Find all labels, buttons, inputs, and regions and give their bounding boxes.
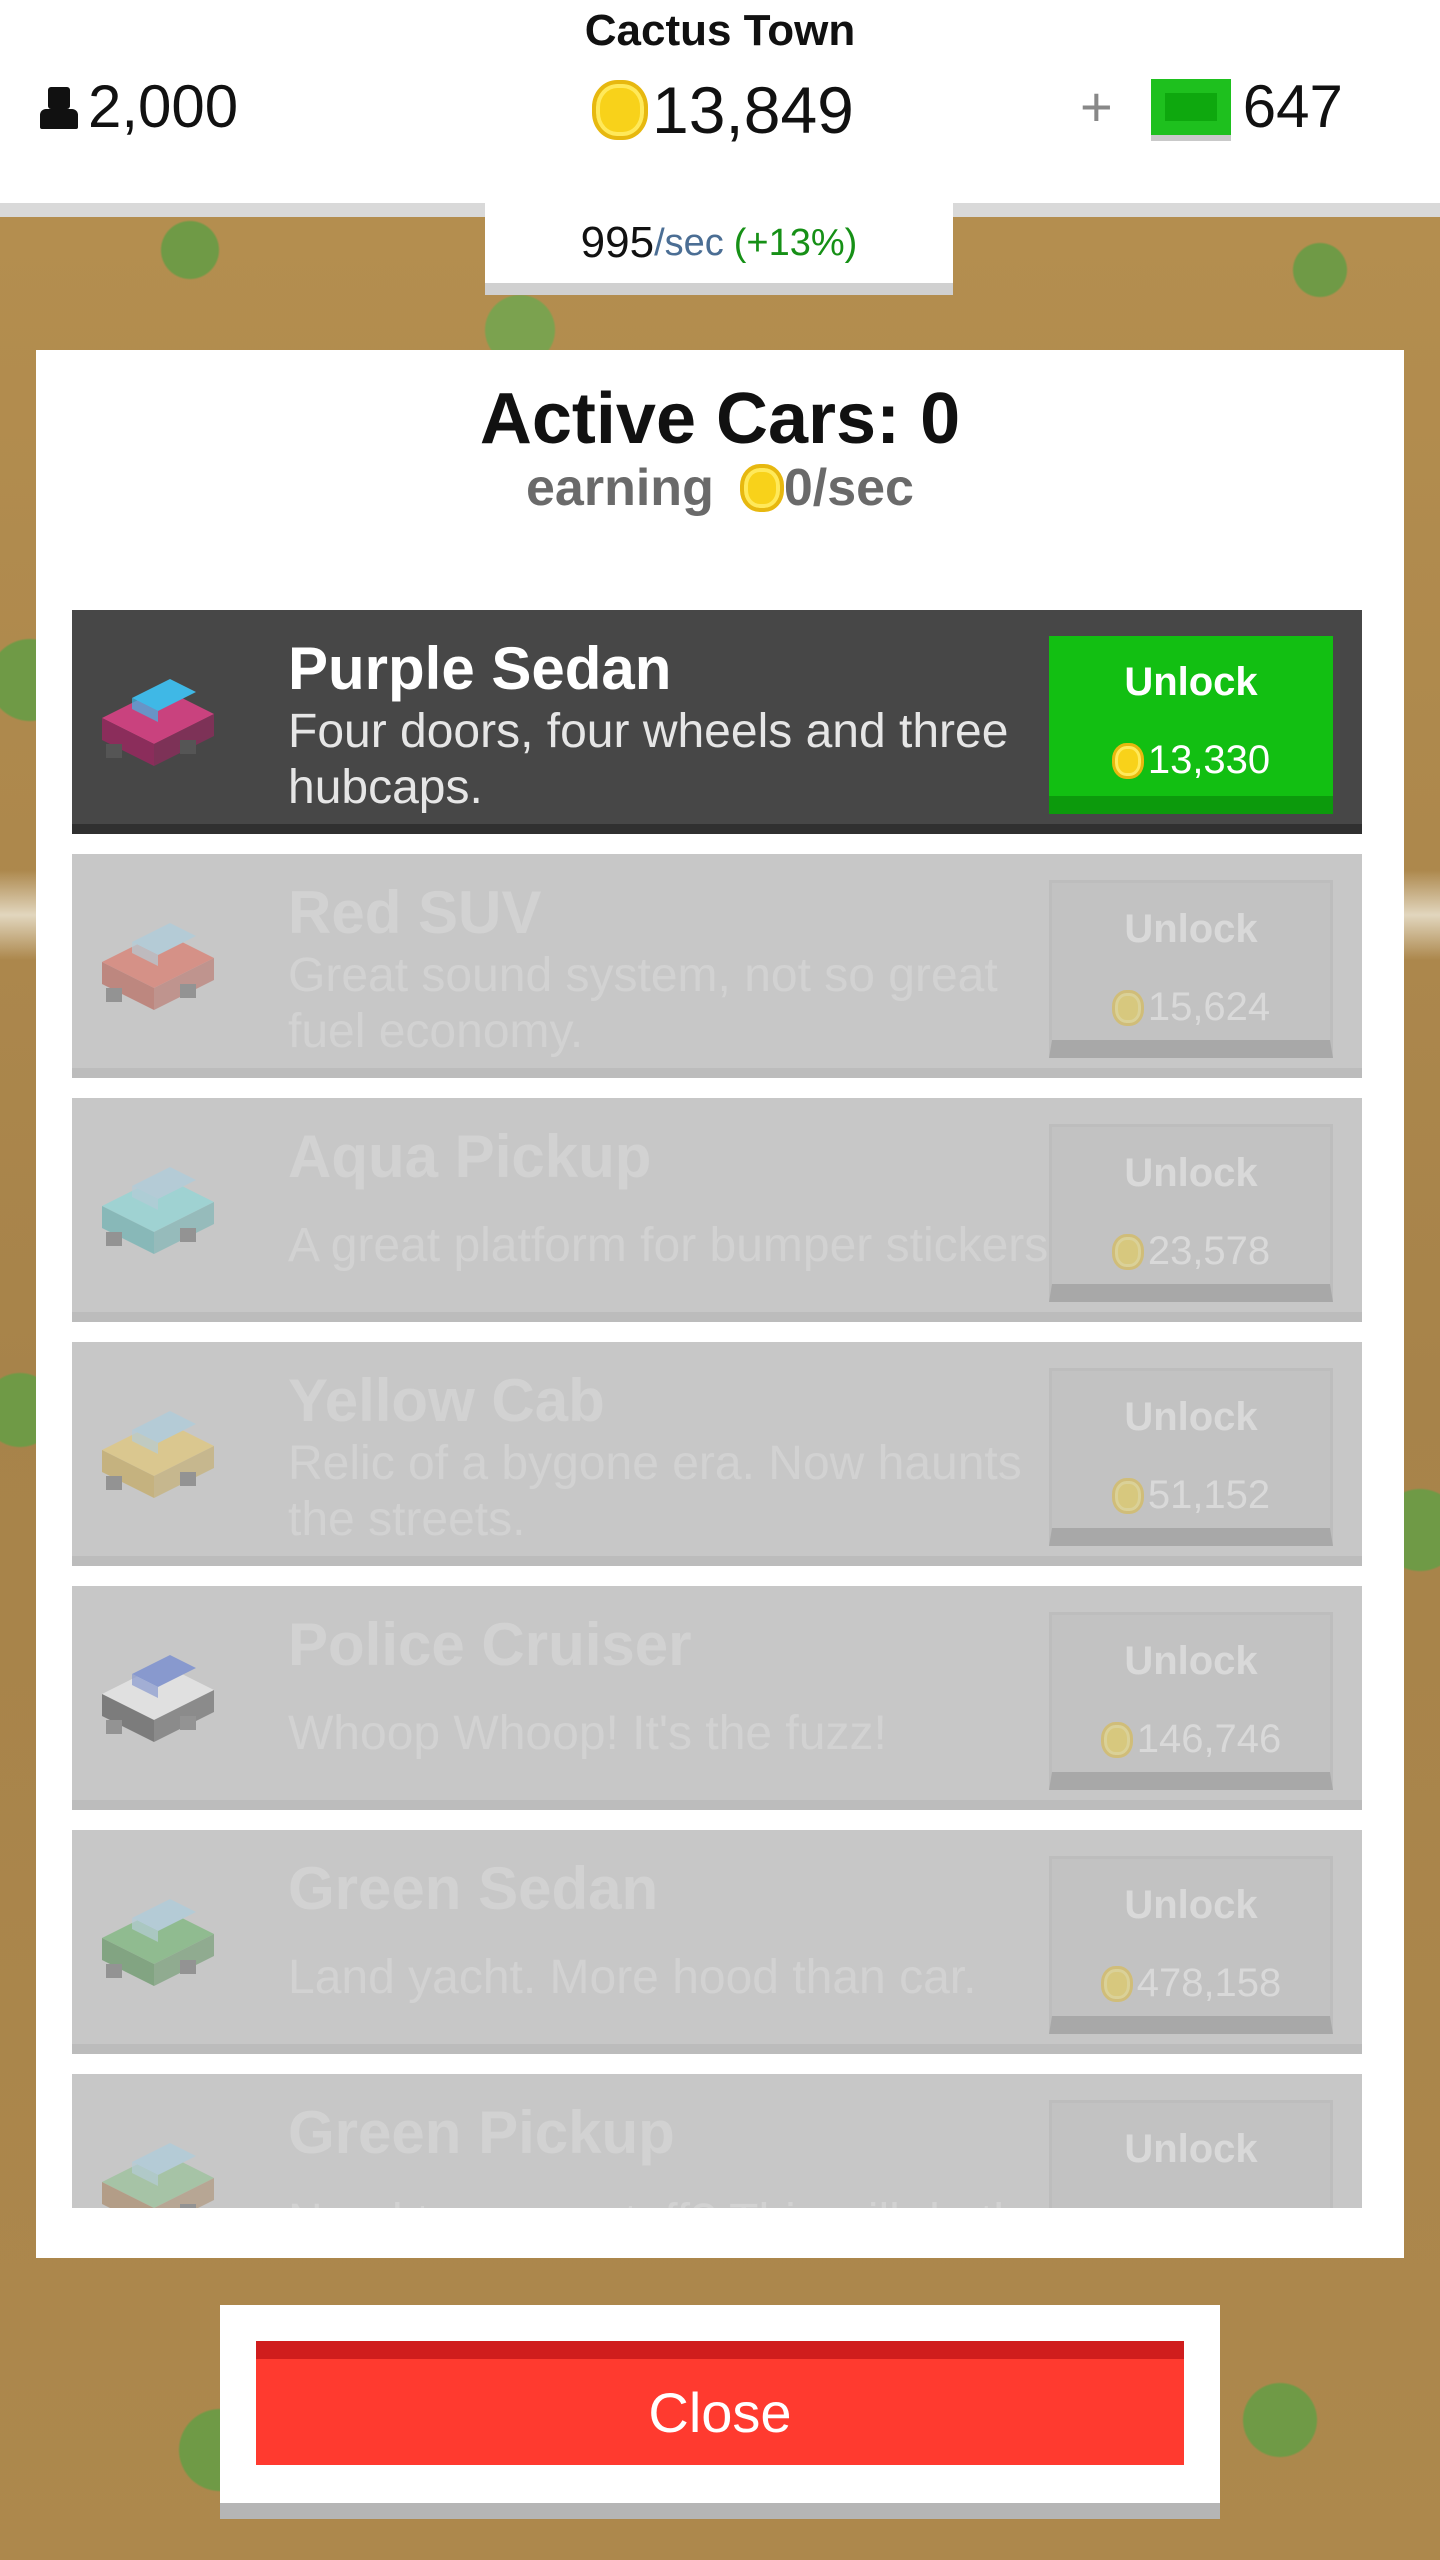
car-icon bbox=[102, 2143, 214, 2208]
car-description: Four doors, four wheels and three hubcap… bbox=[288, 705, 1009, 814]
income-rate-tab: 995 /sec (+13%) bbox=[485, 203, 953, 295]
town-name: Cactus Town bbox=[584, 6, 856, 55]
cash-counter[interactable]: + 647 bbox=[1080, 72, 1343, 141]
car-name: Police Cruiser bbox=[288, 1611, 692, 1678]
unlock-label: Unlock bbox=[1124, 907, 1258, 951]
unlock-label: Unlock bbox=[1124, 660, 1258, 704]
coin-icon bbox=[592, 80, 648, 140]
earning-line: earning 0/sec bbox=[36, 458, 1404, 518]
close-button[interactable]: Close bbox=[256, 2341, 1184, 2465]
unlock-cost-value: 51,152 bbox=[1147, 1473, 1271, 1517]
rate-boost: (+13%) bbox=[733, 221, 858, 264]
car-description: Need to move stuff? This will do the bbox=[288, 2194, 1068, 2208]
car-description: Relic of a bygone era. Now haunts the st… bbox=[288, 1437, 1022, 1546]
close-panel: Close bbox=[220, 2305, 1220, 2519]
car-row: Aqua Pickup A great platform for bumper s… bbox=[72, 1098, 1362, 1322]
unlock-button[interactable]: Unlock 51,152 bbox=[1049, 1368, 1333, 1546]
car-name: Green Sedan bbox=[288, 1855, 659, 1922]
car-icon bbox=[102, 1167, 214, 1254]
car-icon bbox=[102, 1411, 214, 1498]
unlock-cost: 478,158 bbox=[1052, 1961, 1330, 2006]
coin-icon bbox=[1111, 1477, 1144, 1514]
modal-title: Active Cars: 0 bbox=[479, 379, 961, 459]
earning-value: 0/sec bbox=[783, 459, 914, 517]
car-row: Purple Sedan Four doors, four wheels and … bbox=[72, 610, 1362, 834]
unlock-label: Unlock bbox=[1124, 1151, 1258, 1195]
unlock-button[interactable]: Unlock 23,578 bbox=[1049, 1124, 1333, 1302]
car-description: Great sound system, not so great fuel ec… bbox=[288, 949, 998, 1058]
car-name: Yellow Cab bbox=[288, 1367, 605, 1434]
coin-counter: 13,849 bbox=[592, 72, 854, 148]
unlock-cost: 15,624 bbox=[1052, 985, 1330, 1030]
unlock-label: Unlock bbox=[1124, 1883, 1258, 1927]
unlock-label: Unlock bbox=[1124, 2127, 1258, 2171]
coin-icon bbox=[1100, 1721, 1133, 1758]
unlock-button[interactable]: Unlock bbox=[1049, 2100, 1333, 2208]
unlock-cost-value: 23,578 bbox=[1147, 1229, 1271, 1273]
unlock-label: Unlock bbox=[1124, 1395, 1258, 1439]
car-icon bbox=[102, 679, 214, 766]
coin-icon bbox=[1111, 989, 1144, 1026]
unlock-cost: 146,746 bbox=[1052, 1717, 1330, 1762]
coin-icon bbox=[739, 464, 784, 512]
cars-modal: Active Cars: 0 earning 0/sec Purple Seda… bbox=[36, 350, 1404, 2258]
unlock-button[interactable]: Unlock 13,330 bbox=[1049, 636, 1333, 814]
unlock-label: Unlock bbox=[1124, 1639, 1258, 1683]
car-name: Red SUV bbox=[288, 879, 542, 946]
car-row: Yellow Cab Relic of a bygone era. Now hau… bbox=[72, 1342, 1362, 1566]
rate-value: 995 bbox=[580, 218, 655, 267]
car-name: Purple Sedan bbox=[288, 635, 672, 702]
unlock-cost-value: 13,330 bbox=[1147, 738, 1271, 782]
unlock-button[interactable]: Unlock 15,624 bbox=[1049, 880, 1333, 1058]
unlock-cost-value: 478,158 bbox=[1136, 1961, 1282, 2005]
unlock-cost: 51,152 bbox=[1052, 1473, 1330, 1518]
car-name: Green Pickup bbox=[288, 2099, 675, 2166]
coin-icon bbox=[1111, 742, 1144, 779]
car-row: Red SUV Great sound system, not so great … bbox=[72, 854, 1362, 1078]
coin-icon bbox=[1100, 1965, 1133, 2002]
top-hud: Cactus Town 2,000 13,849 + 647 bbox=[0, 0, 1440, 217]
cash-bill-icon bbox=[1150, 78, 1231, 135]
car-row: Green Sedan Land yacht. More hood than ca… bbox=[72, 1830, 1362, 2054]
unlock-cost-value: 15,624 bbox=[1147, 985, 1271, 1029]
population-counter: 2,000 bbox=[36, 72, 238, 141]
coin-icon bbox=[1111, 1233, 1144, 1270]
car-icon bbox=[102, 1899, 214, 1986]
cash-value: 647 bbox=[1242, 73, 1343, 140]
car-icon bbox=[102, 1655, 214, 1742]
unlock-cost: 23,578 bbox=[1052, 1229, 1330, 1274]
unlock-cost: 13,330 bbox=[1049, 738, 1333, 783]
car-name: Aqua Pickup bbox=[288, 1123, 652, 1190]
car-list[interactable]: Purple Sedan Four doors, four wheels and … bbox=[72, 610, 1362, 2208]
unlock-button[interactable]: Unlock 478,158 bbox=[1049, 1856, 1333, 2034]
car-description: A great platform for bumper stickers. bbox=[288, 1219, 1062, 1272]
unlock-cost-value: 146,746 bbox=[1136, 1717, 1282, 1761]
coin-value: 13,849 bbox=[652, 73, 854, 147]
person-icon bbox=[36, 83, 82, 131]
car-icon bbox=[102, 923, 214, 1010]
unlock-button[interactable]: Unlock 146,746 bbox=[1049, 1612, 1333, 1790]
population-value: 2,000 bbox=[88, 73, 239, 140]
car-row: Police Cruiser Whoop Whoop! It's the fuzz… bbox=[72, 1586, 1362, 1810]
rate-unit: /sec bbox=[654, 221, 724, 264]
car-description: Whoop Whoop! It's the fuzz! bbox=[288, 1707, 887, 1760]
add-cash-button[interactable]: + bbox=[1080, 74, 1113, 139]
car-description: Land yacht. More hood than car. bbox=[288, 1951, 977, 2004]
car-row: Green Pickup Need to move stuff? This wil… bbox=[72, 2074, 1362, 2208]
earning-label: earning bbox=[526, 459, 714, 517]
